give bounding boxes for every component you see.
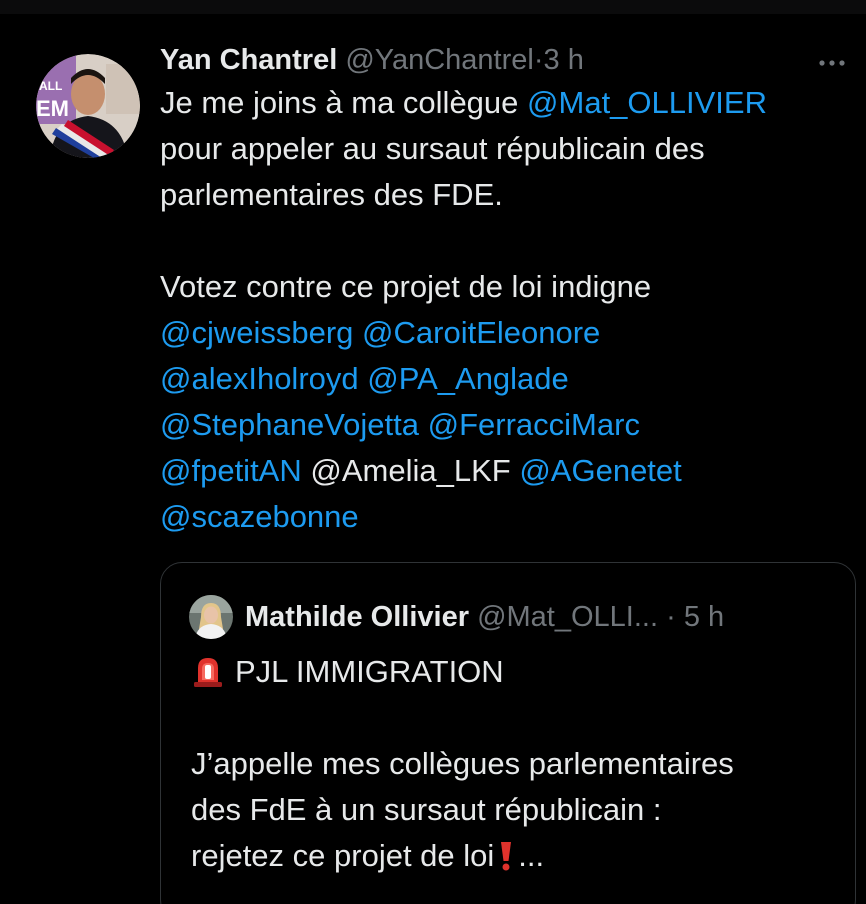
profile-photo-icon: ALL EM (36, 54, 140, 158)
text-line: parlementaires des FDE. (160, 177, 503, 212)
mention-link[interactable]: @alexIholroyd (160, 361, 359, 396)
text-segment: Je me joins à ma collègue (160, 85, 528, 120)
tweet-text: Je me joins à ma collègue @Mat_OLLIVIER … (160, 80, 850, 540)
tweet[interactable]: ALL EM Yan Chantrel @YanChantrel·3 h Je … (0, 14, 866, 904)
quoted-tweet[interactable]: Mathilde Ollivier @Mat_OLLI... · 5 h PJL… (160, 562, 856, 904)
tweet-header: Yan Chantrel @YanChantrel·3 h (160, 40, 850, 80)
mention-link[interactable]: @StephaneVojetta (160, 407, 419, 442)
mention-link[interactable]: @scazebonne (160, 499, 359, 534)
quoted-post-time[interactable]: 5 h (684, 601, 724, 634)
author-handle[interactable]: @YanChantrel (345, 44, 534, 76)
profile-photo-icon (189, 595, 233, 639)
author-avatar[interactable]: ALL EM (36, 54, 140, 158)
separator: · (533, 44, 544, 76)
quoted-author-handle[interactable]: @Mat_OLLI... (477, 601, 658, 634)
mention-line: @fpetitAN @Amelia_LKF @AGenetet (160, 448, 850, 494)
truncation-ellipsis: ... (518, 838, 545, 873)
author-name[interactable]: Yan Chantrel (160, 44, 337, 76)
mention-link[interactable]: @CaroitEleonore (362, 315, 600, 350)
text-segment: rejetez ce projet de loi (191, 838, 495, 873)
separator: · (666, 600, 676, 633)
mention-line: @StephaneVojetta @FerracciMarc (160, 402, 850, 448)
quoted-author-name[interactable]: Mathilde Ollivier (245, 601, 469, 634)
quoted-title-line: PJL IMMIGRATION (191, 649, 841, 695)
quoted-text: PJL IMMIGRATION J’appelle mes collègues … (191, 649, 841, 879)
mention-link[interactable]: @PA_Anglade (367, 361, 569, 396)
mention-link[interactable]: @Mat_OLLIVIER (527, 85, 767, 120)
mention-line: @alexIholroyd @PA_Anglade (160, 356, 850, 402)
text-line: rejetez ce projet de loi ... (191, 833, 841, 879)
mention-link[interactable]: @FerracciMarc (428, 407, 640, 442)
rotating-light-icon (194, 658, 222, 687)
svg-text:ALL: ALL (39, 79, 62, 93)
mention-link[interactable]: @fpetitAN (160, 453, 302, 488)
text-line: Votez contre ce projet de loi indigne (160, 269, 652, 304)
top-edge (0, 0, 866, 14)
quoted-author-avatar[interactable] (189, 595, 233, 639)
mention-line: @scazebonne (160, 494, 850, 540)
tweet-content: Yan Chantrel @YanChantrel·3 h Je me join… (160, 40, 850, 540)
exclamation-icon (501, 842, 512, 871)
mention-link[interactable]: @cjweissberg (160, 315, 353, 350)
quoted-header: Mathilde Ollivier @Mat_OLLI... · 5 h (189, 595, 724, 639)
mention-text: @Amelia_LKF (310, 453, 511, 488)
text-line: J’appelle mes collègues parlementaires (191, 746, 734, 781)
svg-text:EM: EM (36, 96, 69, 121)
mention-link[interactable]: @AGenetet (519, 453, 681, 488)
mention-line: @cjweissberg @CaroitEleonore (160, 310, 850, 356)
text-line: Je me joins à ma collègue @Mat_OLLIVIER (160, 80, 850, 126)
text-line: pour appeler au sursaut républicain des (160, 131, 705, 166)
post-time[interactable]: 3 h (544, 44, 584, 76)
quoted-title: PJL IMMIGRATION (235, 654, 504, 689)
text-line: des FdE à un sursaut républicain : (191, 792, 662, 827)
